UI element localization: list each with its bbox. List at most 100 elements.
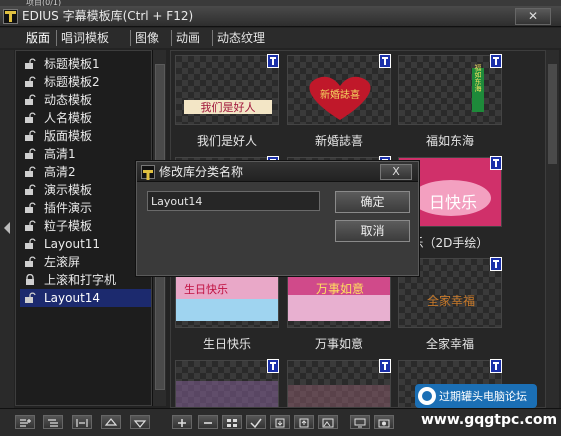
category-item[interactable]: 粒子模板: [20, 217, 151, 235]
template-card[interactable]: 新婚誌喜 新婚誌喜: [285, 53, 393, 151]
dialog-app-icon: [141, 165, 155, 180]
template-art-text: 我们是好人: [201, 100, 256, 114]
lock-open-icon: [25, 76, 36, 87]
move-down-icon: [133, 420, 147, 428]
category-tree: 标题模板1 标题模板2 动态模板人名模板版面模板高清1 高清2 演示模板 插件演示粒子模板…: [15, 50, 152, 406]
template-card[interactable]: [285, 358, 393, 407]
check-button[interactable]: [246, 415, 266, 429]
template-thumbnail: 我们是好人: [175, 55, 279, 125]
dialog-title: 修改库分类名称: [159, 165, 244, 179]
template-art-text: 福如东海: [474, 63, 482, 93]
add-template-button[interactable]: [172, 415, 192, 429]
grid-button[interactable]: [222, 415, 242, 429]
tab-images[interactable]: 图像: [130, 30, 163, 46]
move-down-button[interactable]: [130, 415, 150, 429]
window-title: EDIUS 字幕模板库(Ctrl + F12): [22, 9, 194, 23]
category-label: 上滚和打字机: [44, 273, 117, 287]
tab-layout[interactable]: 版面: [22, 30, 54, 46]
template-card[interactable]: 福如东海 福如东海: [396, 53, 504, 151]
category-item[interactable]: 左滚屏: [20, 253, 151, 271]
remove-template-button[interactable]: [198, 415, 218, 429]
lock-open-icon: [25, 94, 36, 105]
dialog-close-button[interactable]: X: [380, 164, 412, 180]
category-label: 高清1: [44, 147, 76, 161]
category-item[interactable]: 演示模板: [20, 181, 151, 199]
rename-category-dialog: 修改库分类名称 X 确定 取消: [136, 161, 419, 276]
cancel-button[interactable]: 取消: [335, 220, 410, 242]
tab-dynamic-texture[interactable]: 动态纹理: [212, 30, 269, 46]
lock-open-icon: [25, 58, 36, 69]
category-label: 高清2: [44, 165, 76, 179]
category-item[interactable]: 标题模板1: [20, 55, 151, 73]
monitor-button[interactable]: [350, 415, 370, 429]
template-caption: 福如东海: [425, 134, 474, 148]
category-item[interactable]: Layout11: [20, 235, 151, 253]
lock-open-icon: [25, 220, 36, 231]
expand-icon: [76, 419, 88, 427]
template-file-icon: [490, 359, 502, 373]
template-card[interactable]: [173, 358, 281, 407]
ok-button[interactable]: 确定: [335, 191, 410, 213]
template-card[interactable]: 我们是好人 我们是好人: [173, 53, 281, 151]
template-art-text: 日快乐: [429, 193, 477, 212]
export-button[interactable]: [294, 415, 314, 429]
category-item[interactable]: 人名模板: [20, 109, 151, 127]
move-up-icon: [104, 418, 118, 426]
tab-lyric-templates[interactable]: 唱词模板: [56, 30, 113, 46]
image-button[interactable]: [318, 415, 338, 429]
forum-watermark: 过期罐头电脑论坛 www.gqgtpc.com: [415, 384, 557, 428]
template-file-icon: [267, 54, 279, 68]
category-label: 人名模板: [44, 111, 93, 125]
move-up-button[interactable]: [101, 415, 121, 429]
category-item[interactable]: 插件演示: [20, 199, 151, 217]
category-item[interactable]: 标题模板2: [20, 73, 151, 91]
template-caption: 万事如意: [314, 337, 363, 351]
template-scroll-thumb[interactable]: [548, 64, 557, 164]
category-item[interactable]: 高清2: [20, 163, 151, 181]
category-item[interactable]: 动态模板: [20, 91, 151, 109]
template-scrollbar[interactable]: [546, 50, 559, 408]
add-category-icon: [20, 419, 31, 427]
template-caption: 全家幸福: [425, 337, 474, 351]
template-file-icon: [379, 359, 391, 373]
camera-icon: [378, 419, 390, 428]
lock-open-icon: [25, 256, 36, 267]
title-bar: EDIUS 字幕模板库(Ctrl + F12) ✕: [0, 6, 561, 27]
lock-open-icon: [25, 184, 36, 195]
template-file-icon: [267, 359, 279, 373]
add-category-button[interactable]: [15, 415, 35, 429]
watermark-line2: www.gqgtpc.com: [421, 412, 557, 428]
category-item[interactable]: 上滚和打字机: [20, 271, 151, 289]
category-label: 动态模板: [44, 93, 93, 107]
template-thumbnail: 新婚誌喜: [287, 55, 391, 125]
camera-button[interactable]: [374, 415, 394, 429]
category-item[interactable]: 版面模板: [20, 127, 151, 145]
tab-animation[interactable]: 动画: [171, 30, 204, 46]
template-caption: 生日快乐: [202, 337, 251, 351]
category-name-input[interactable]: [147, 191, 320, 211]
category-label: 标题模板2: [44, 75, 100, 89]
template-file-icon: [490, 54, 502, 68]
lock-closed-icon: [26, 274, 34, 285]
lock-open-icon: [25, 292, 36, 303]
category-label: 粒子模板: [44, 219, 93, 233]
template-file-icon: [379, 54, 391, 68]
template-thumbnail: [175, 360, 279, 407]
template-caption: 新婚誌喜: [314, 134, 363, 148]
template-preview-art: 福如东海: [472, 63, 484, 112]
expand-button[interactable]: [72, 415, 92, 429]
import-button[interactable]: [270, 415, 290, 429]
export-icon: [299, 418, 309, 428]
category-item[interactable]: Layout14: [20, 289, 151, 307]
import-icon: [275, 418, 285, 428]
add-subcategory-button[interactable]: [43, 415, 63, 429]
collapse-panel-handle[interactable]: [0, 50, 14, 408]
lock-open-icon: [25, 148, 36, 159]
category-label: 标题模板1: [44, 57, 100, 71]
watermark-line1: 过期罐头电脑论坛: [439, 389, 527, 403]
remove-template-icon: [204, 422, 212, 424]
category-item[interactable]: 高清1: [20, 145, 151, 163]
add-subcategory-icon: [48, 419, 58, 427]
window-close-button[interactable]: ✕: [515, 8, 551, 25]
monitor-icon: [354, 418, 366, 428]
